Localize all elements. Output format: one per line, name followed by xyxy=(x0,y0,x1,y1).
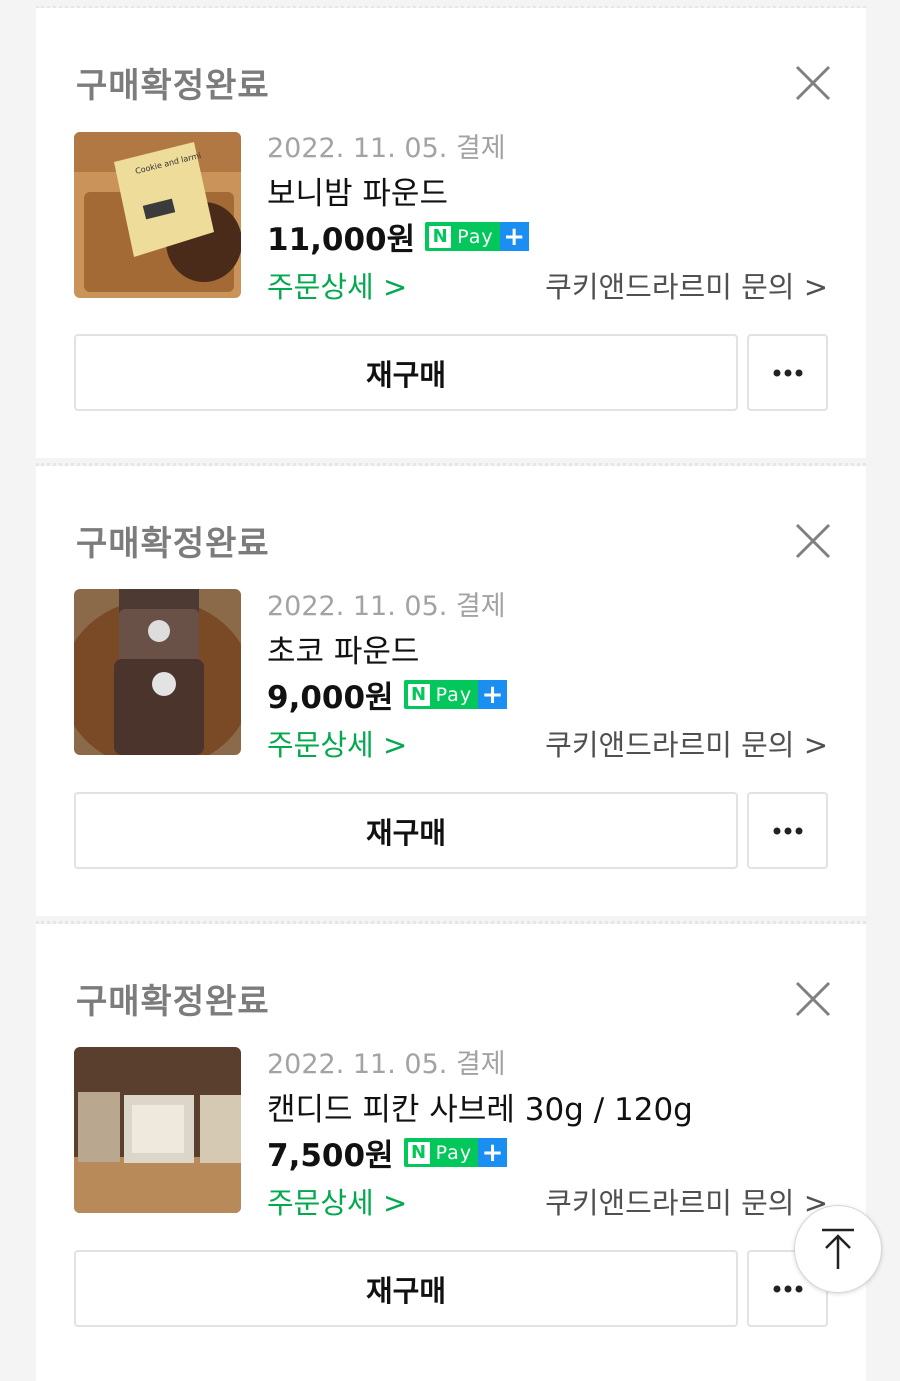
payment-date: 2022. 11. 05. 결제 xyxy=(267,133,506,164)
order-detail-link[interactable]: 주문상세 > xyxy=(267,1180,407,1222)
close-icon[interactable] xyxy=(794,64,832,102)
close-icon[interactable] xyxy=(794,522,832,560)
product-name: 보니밤 파운드 xyxy=(267,176,448,212)
product-price: 11,000원 N Pay + xyxy=(267,214,529,259)
seller-inquiry-link[interactable]: 쿠키앤드라르미 문의 > xyxy=(545,1180,828,1222)
price-value: 9,000원 xyxy=(267,680,394,716)
product-price: 7,500원 N Pay + xyxy=(267,1130,508,1175)
npay-plus-icon: + xyxy=(478,680,508,710)
seller-inquiry-link[interactable]: 쿠키앤드라르미 문의 > xyxy=(545,722,828,764)
product-name: 캔디드 피칸 사브레 30g / 120g xyxy=(267,1092,693,1128)
npay-plus-icon: + xyxy=(499,222,529,252)
payment-date: 2022. 11. 05. 결제 xyxy=(267,1049,506,1080)
more-dots-icon xyxy=(773,369,802,376)
order-status: 구매확정완료 xyxy=(76,66,270,106)
order-status: 구매확정완료 xyxy=(76,524,270,564)
scroll-to-top-button[interactable] xyxy=(794,1205,882,1293)
order-card: 구매확정완료 2022. 11. 05. 결제 초코 파운드 9,000원 N … xyxy=(36,466,866,916)
npay-plus-badge: N Pay + xyxy=(425,222,529,252)
seller-inquiry-link[interactable]: 쿠키앤드라르미 문의 > xyxy=(545,264,828,306)
more-dots-icon xyxy=(773,827,802,834)
npay-label: Pay xyxy=(435,683,473,706)
npay-label: Pay xyxy=(435,1141,473,1164)
rebuy-button[interactable]: 재구매 xyxy=(74,792,738,869)
close-icon[interactable] xyxy=(794,980,832,1018)
npay-n-icon: N xyxy=(429,225,452,248)
price-value: 11,000원 xyxy=(267,222,416,258)
more-options-button[interactable] xyxy=(747,792,828,869)
price-value: 7,500원 xyxy=(267,1138,394,1174)
rebuy-button[interactable]: 재구매 xyxy=(74,334,738,411)
npay-n-icon: N xyxy=(407,683,430,706)
payment-date: 2022. 11. 05. 결제 xyxy=(267,591,506,622)
npay-plus-badge: N Pay + xyxy=(403,1138,508,1168)
more-dots-icon xyxy=(773,1285,802,1292)
more-options-button[interactable] xyxy=(747,334,828,411)
order-detail-link[interactable]: 주문상세 > xyxy=(267,722,407,764)
order-card: 구매확정완료 2022. 11. 05. 결제 캔디드 피칸 사브레 30g /… xyxy=(36,924,866,1381)
npay-label: Pay xyxy=(457,225,494,248)
order-card: 구매확정완료 Cookie and larmi 2022. 11. 05. 결제… xyxy=(36,8,866,458)
rebuy-button[interactable]: 재구매 xyxy=(74,1250,738,1327)
product-thumbnail[interactable] xyxy=(74,589,241,755)
npay-n-icon: N xyxy=(407,1141,430,1164)
order-status: 구매확정완료 xyxy=(76,982,270,1022)
product-price: 9,000원 N Pay + xyxy=(267,672,508,717)
product-name: 초코 파운드 xyxy=(267,634,420,670)
product-thumbnail[interactable] xyxy=(74,1047,241,1213)
product-thumbnail[interactable]: Cookie and larmi xyxy=(74,132,241,298)
npay-plus-icon: + xyxy=(478,1138,508,1168)
arrow-up-icon xyxy=(822,1228,854,1269)
npay-plus-badge: N Pay + xyxy=(403,680,508,710)
order-detail-link[interactable]: 주문상세 > xyxy=(267,264,407,306)
